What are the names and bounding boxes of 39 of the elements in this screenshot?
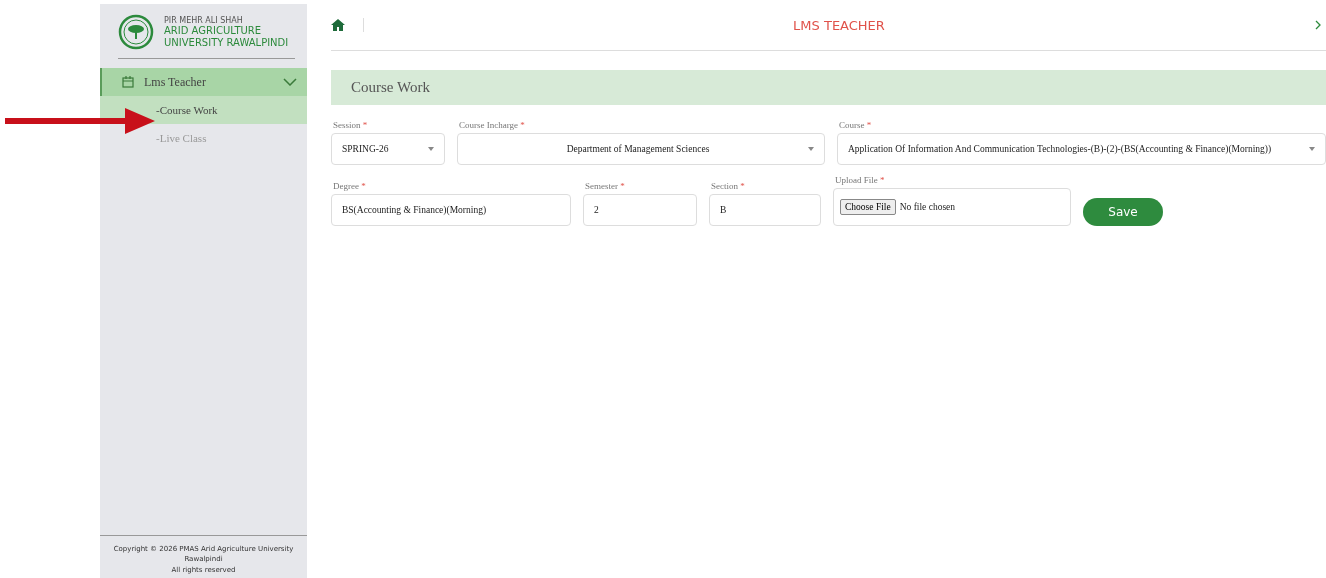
choose-file-button[interactable]: Choose File	[840, 199, 896, 215]
field-label: Session	[333, 120, 361, 130]
input-field[interactable]: BS(Accounting & Finance)(Morning)	[331, 194, 571, 226]
tree-logo-icon	[118, 14, 154, 50]
required-mark: *	[620, 181, 625, 191]
field-label: Upload File	[835, 175, 878, 185]
field-label: Course Incharge	[459, 120, 519, 130]
required-mark: *	[740, 181, 745, 191]
chevron-right-icon[interactable]	[1314, 19, 1322, 31]
field-label: Semester	[585, 181, 618, 191]
logo-text: PIR MEHR ALI SHAH	[164, 15, 244, 25]
home-icon[interactable]	[331, 19, 345, 31]
section-header: Course Work	[331, 70, 1326, 105]
dropdown-caret-icon	[1309, 147, 1315, 151]
required-mark: *	[880, 175, 885, 185]
required-mark: *	[866, 120, 872, 130]
field-label: Course	[839, 120, 865, 130]
select-field[interactable]: Department of Management Sciences	[457, 133, 825, 165]
chevron-icon	[283, 78, 297, 86]
calendar-icon	[122, 76, 134, 88]
select-field[interactable]: SPRING-26	[331, 133, 445, 165]
input-field[interactable]: B	[709, 194, 821, 226]
logo-text: ARID AGRICULTURE	[164, 24, 263, 37]
submenu-item[interactable]: -Course Work	[100, 96, 307, 124]
dropdown-caret-icon	[428, 147, 434, 151]
required-mark: *	[361, 181, 366, 191]
input-field[interactable]: 2	[583, 194, 697, 226]
page-title: LMS TEACHER	[792, 17, 886, 33]
select-field[interactable]: Application Of Information And Communication Technologies-(B)-(2)-(BS(Accounting & Finance)(Morning))	[837, 133, 1326, 165]
field-label: Section	[711, 181, 738, 191]
required-mark: *	[520, 120, 525, 130]
dropdown-caret-icon	[808, 147, 814, 151]
field-label: Degree	[333, 181, 359, 191]
sidebar-item[interactable]: Lms Teacher	[100, 68, 307, 96]
logo-text: UNIVERSITY RAWALPINDI	[164, 36, 289, 49]
arrow-icon	[5, 108, 155, 134]
save-button[interactable]: Save	[1083, 198, 1163, 226]
required-mark: *	[362, 120, 368, 130]
file-status: No file chosen	[899, 202, 956, 212]
